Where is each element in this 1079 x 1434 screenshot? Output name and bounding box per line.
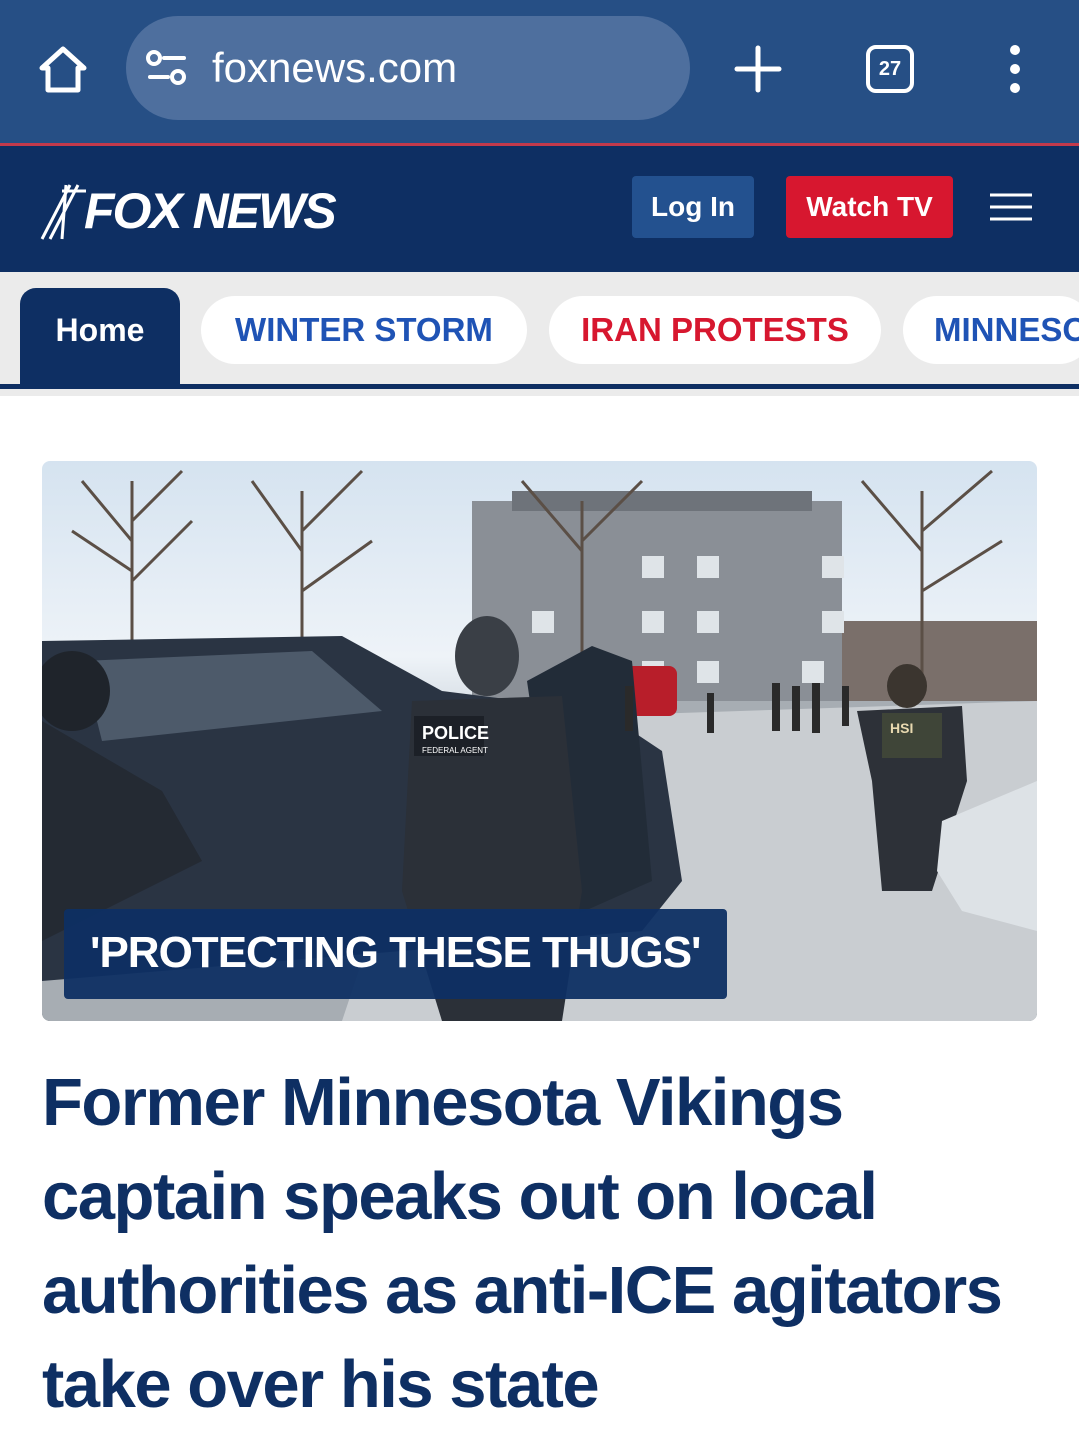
tab-winter-storm[interactable]: WINTER STORM	[201, 296, 527, 364]
tab-switcher-icon[interactable]: 27	[866, 45, 914, 93]
hamburger-menu-icon[interactable]	[988, 192, 1034, 222]
overflow-menu-icon[interactable]	[995, 44, 1035, 94]
home-icon[interactable]	[36, 42, 90, 96]
browser-toolbar: foxnews.com 27	[0, 0, 1079, 143]
watch-tv-button[interactable]: Watch TV	[786, 176, 953, 238]
new-tab-plus-icon[interactable]	[733, 44, 783, 94]
fox-news-logo[interactable]: FOX NEWS	[40, 176, 337, 246]
police-patch: POLICE	[422, 723, 489, 743]
address-bar[interactable]: foxnews.com	[126, 16, 690, 120]
story-headline[interactable]: Former Minnesota Vikings captain speaks …	[42, 1056, 1042, 1432]
tab-iran-protests[interactable]: IRAN PROTESTS	[549, 296, 881, 364]
login-button[interactable]: Log In	[632, 176, 754, 238]
agent-patch: FEDERAL AGENT	[422, 746, 488, 755]
hero-image[interactable]: POLICE FEDERAL AGENT HSI 'PROTECTING THE…	[42, 461, 1037, 1021]
site-header: FOX NEWS Log In Watch TV	[0, 146, 1079, 272]
story-kicker[interactable]: 'PROTECTING THESE THUGS'	[64, 909, 727, 999]
logo-text: FOX NEWS	[84, 183, 337, 239]
url-text[interactable]: foxnews.com	[212, 38, 457, 98]
searchlight-icon	[40, 184, 86, 240]
hsi-patch: HSI	[890, 720, 913, 736]
tab-minnesota[interactable]: MINNESO	[903, 296, 1079, 364]
site-settings-icon[interactable]	[146, 50, 188, 86]
tab-home[interactable]: Home	[20, 288, 180, 389]
